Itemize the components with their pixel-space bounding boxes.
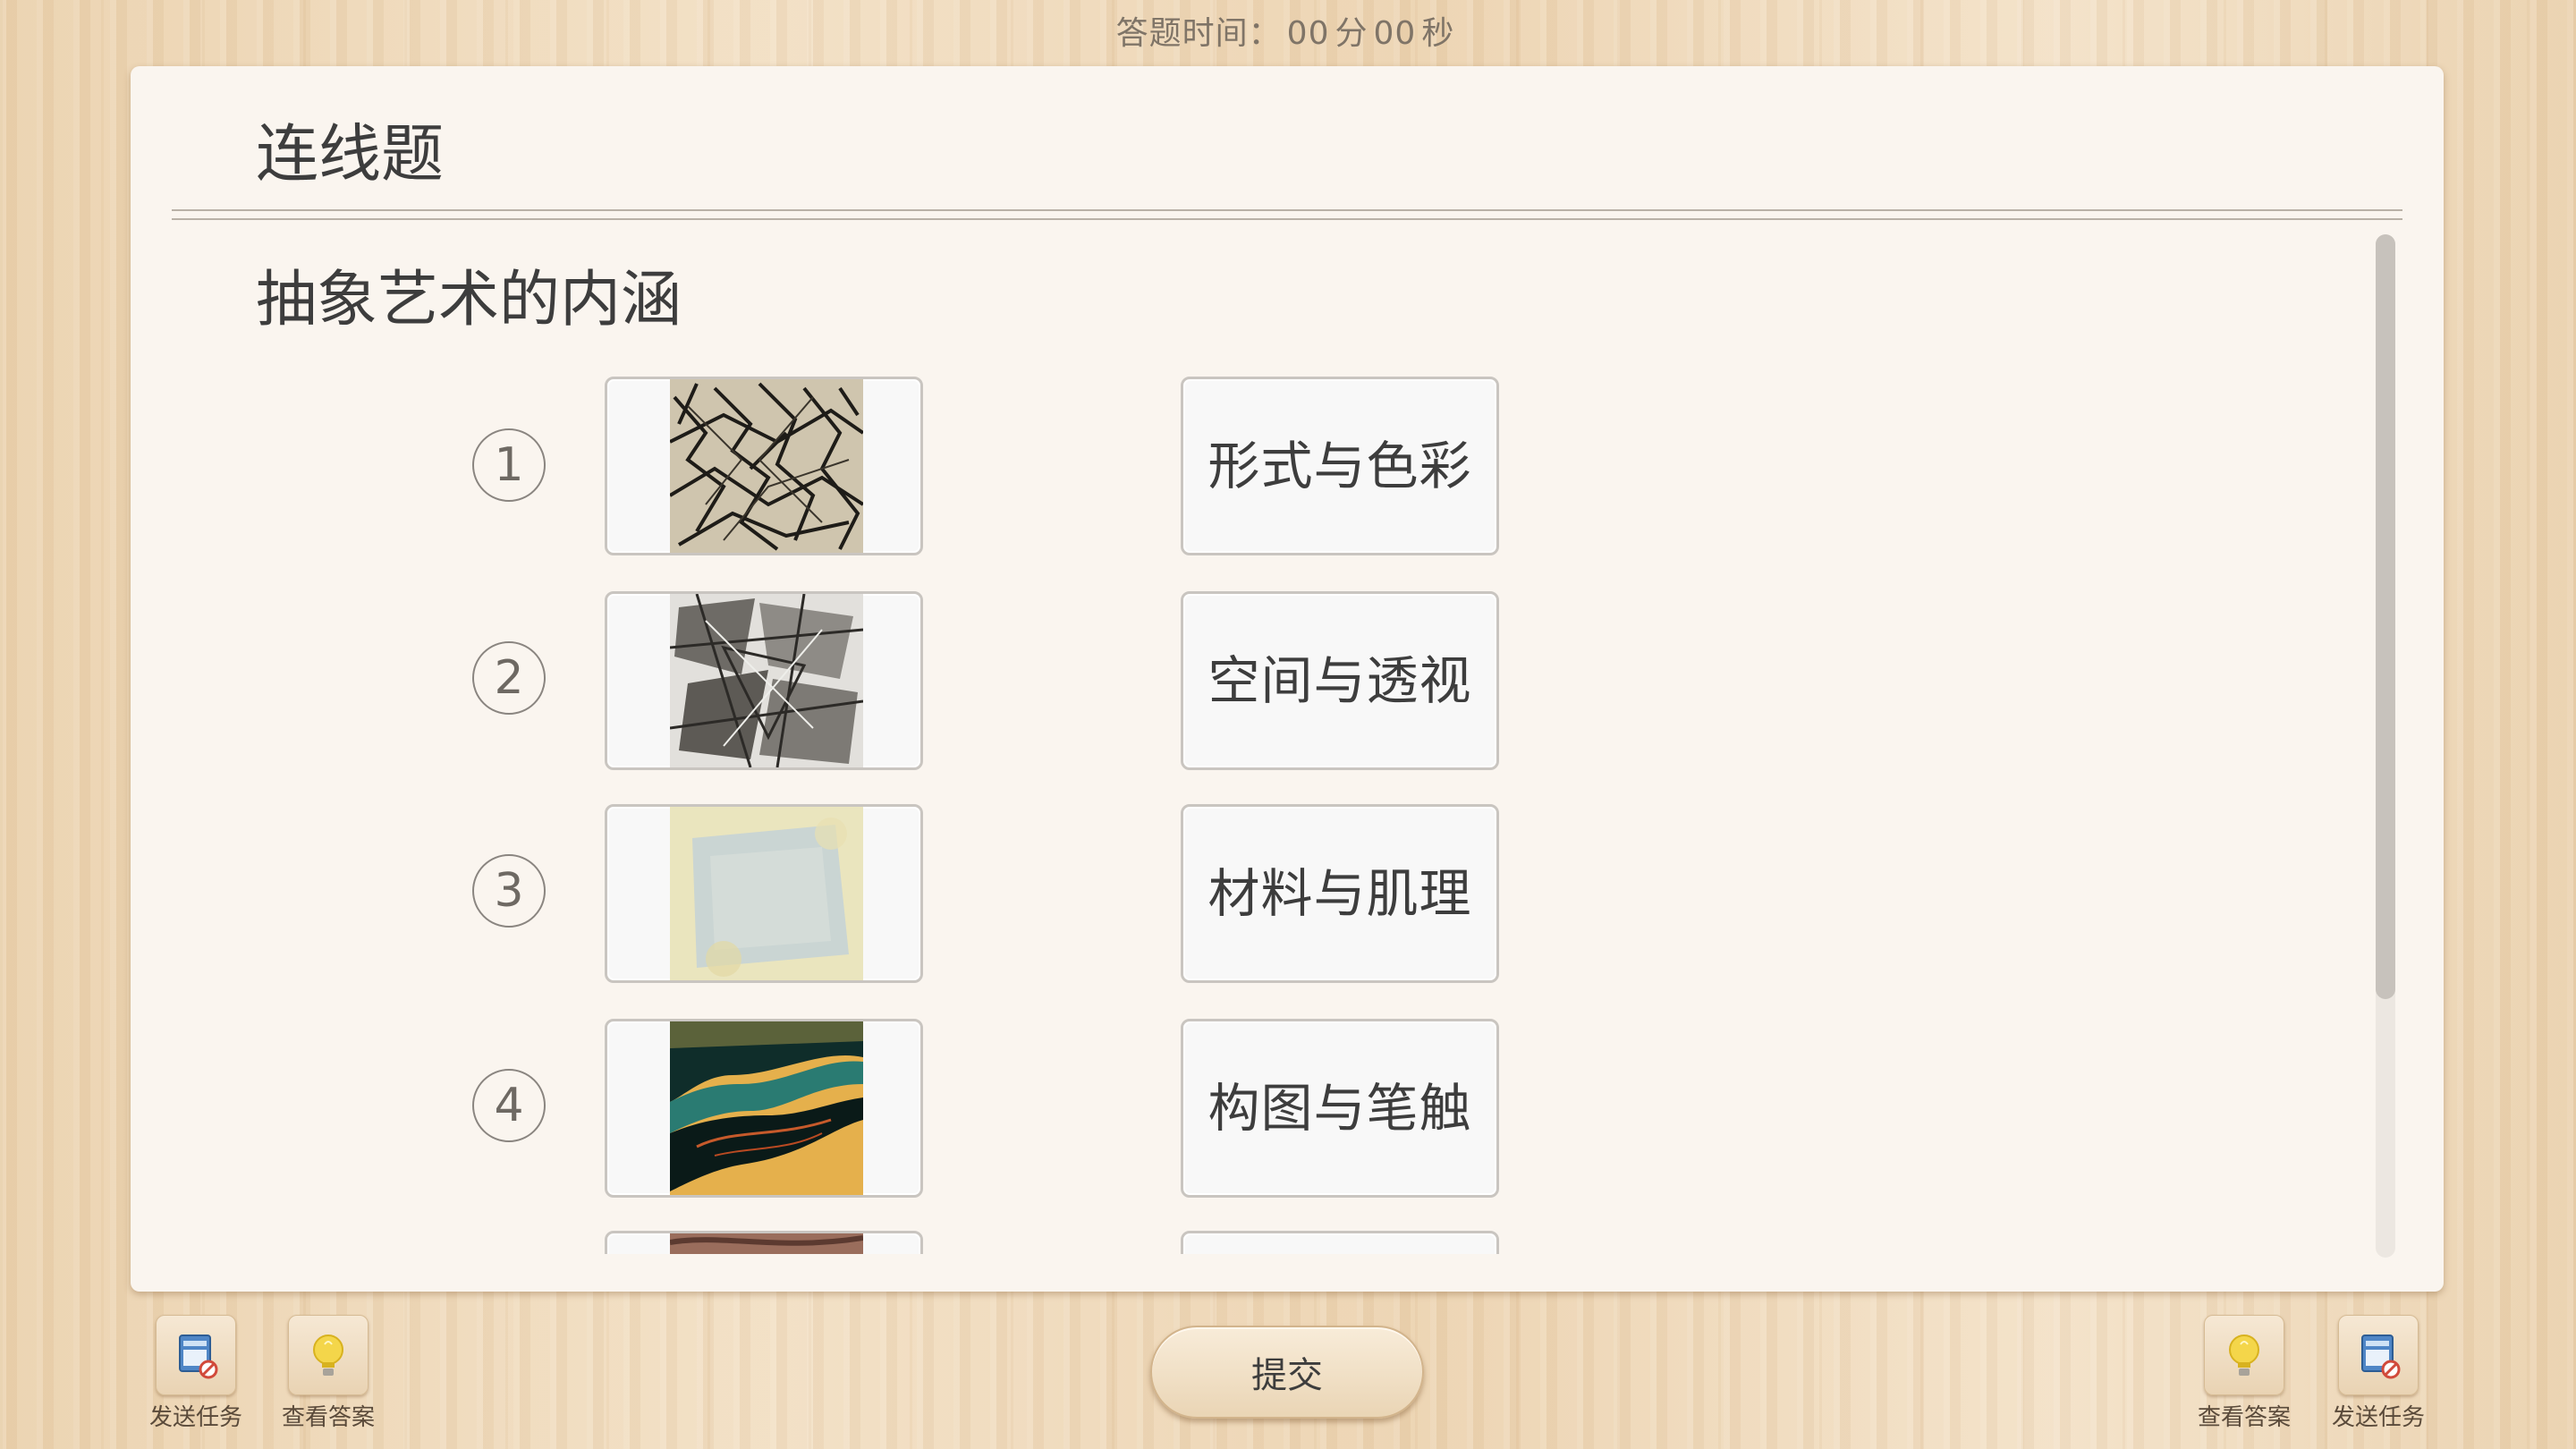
submit-button[interactable]: 提交	[1150, 1326, 1424, 1419]
lightbulb-icon	[2204, 1315, 2284, 1395]
artwork-card-3[interactable]	[605, 804, 923, 983]
abstract-art-image-5	[670, 1233, 863, 1254]
answer-card-2[interactable]: 空间与透视	[1181, 591, 1499, 770]
item-number-2: 2	[472, 641, 546, 715]
artwork-card-2[interactable]	[605, 591, 923, 770]
view-answer-label-left: 查看答案	[281, 1404, 375, 1431]
question-panel: 连线题 抽象艺术的内涵 1 形式与色彩 2 空间与透视 3 材料与肌理 4 构图…	[131, 66, 2444, 1292]
artwork-card-4[interactable]	[605, 1019, 923, 1198]
answer-timer: 答题时间： 00 分 00 秒	[0, 7, 2576, 54]
answer-card-4[interactable]: 构图与笔触	[1181, 1019, 1499, 1198]
item-number-4: 4	[472, 1069, 546, 1142]
matching-area: 1 形式与色彩 2 空间与透视 3 材料与肌理 4 构图与笔触	[131, 66, 2349, 1254]
artwork-card-5[interactable]	[605, 1231, 923, 1254]
timer-minutes: 00	[1286, 15, 1330, 52]
item-number-3: 3	[472, 854, 546, 928]
send-task-icon	[156, 1315, 236, 1395]
abstract-art-image-4	[670, 1021, 863, 1195]
vertical-scrollbar[interactable]	[2376, 234, 2395, 1258]
timer-seconds-unit: 秒	[1421, 15, 1455, 52]
send-task-icon	[2338, 1315, 2419, 1395]
abstract-art-image-3	[670, 807, 863, 980]
answer-card-1[interactable]: 形式与色彩	[1181, 377, 1499, 555]
send-task-button-left[interactable]: 发送任务	[138, 1315, 254, 1432]
scrollbar-thumb[interactable]	[2376, 234, 2395, 999]
abstract-art-image-2	[670, 594, 863, 767]
item-number-1: 1	[472, 428, 546, 502]
timer-label: 答题时间：	[1115, 15, 1282, 52]
view-answer-button-right[interactable]: 查看答案	[2186, 1315, 2302, 1432]
abstract-art-image-1	[670, 379, 863, 553]
view-answer-button-left[interactable]: 查看答案	[270, 1315, 386, 1432]
view-answer-label-right: 查看答案	[2197, 1404, 2291, 1431]
send-task-button-right[interactable]: 发送任务	[2320, 1315, 2436, 1432]
answer-card-5[interactable]	[1181, 1231, 1499, 1254]
send-task-label-left: 发送任务	[148, 1404, 242, 1431]
timer-minutes-unit: 分	[1335, 15, 1368, 52]
lightbulb-icon	[288, 1315, 369, 1395]
timer-seconds: 00	[1373, 15, 1417, 52]
send-task-label-right: 发送任务	[2331, 1404, 2425, 1431]
artwork-card-1[interactable]	[605, 377, 923, 555]
answer-card-3[interactable]: 材料与肌理	[1181, 804, 1499, 983]
